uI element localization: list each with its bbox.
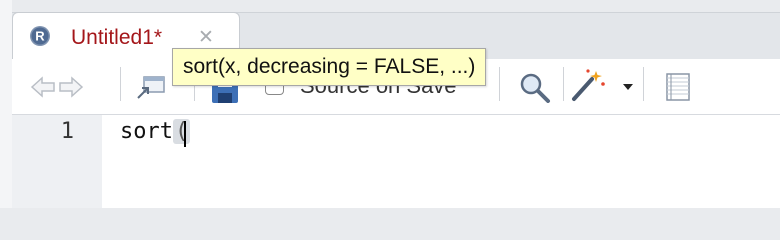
line-number: 1 [60, 119, 74, 144]
pane-left-edge [0, 0, 12, 208]
back-arrow-icon[interactable] [30, 75, 56, 99]
function-signature-tooltip: sort(x, decreasing = FALSE, ...) [172, 48, 487, 86]
svg-text:R: R [35, 29, 45, 44]
show-in-window-icon[interactable] [134, 74, 168, 102]
toolbar-separator [499, 67, 500, 101]
compile-report-icon[interactable] [663, 71, 693, 103]
toolbar-separator [643, 67, 644, 101]
dropdown-caret-icon[interactable] [621, 82, 635, 92]
matched-paren: ( [172, 119, 191, 147]
tab-title: Untitled1* [71, 26, 163, 49]
line-number-gutter: 1 [12, 115, 102, 208]
magic-wand-icon[interactable] [568, 67, 608, 103]
forward-arrow-icon[interactable] [58, 75, 84, 99]
code-editor[interactable]: 1 sort( [12, 115, 780, 208]
tab-close-icon[interactable]: ✕ [198, 26, 214, 48]
search-icon[interactable] [518, 71, 552, 103]
text-cursor [183, 121, 186, 147]
tooltip-text: sort(x, decreasing = FALSE, ...) [183, 55, 476, 78]
code-text: sort [120, 119, 173, 144]
code-line[interactable]: sort( [120, 119, 191, 147]
r-file-icon: R [30, 26, 50, 46]
toolbar-separator [563, 67, 564, 101]
toolbar-separator [120, 67, 121, 101]
